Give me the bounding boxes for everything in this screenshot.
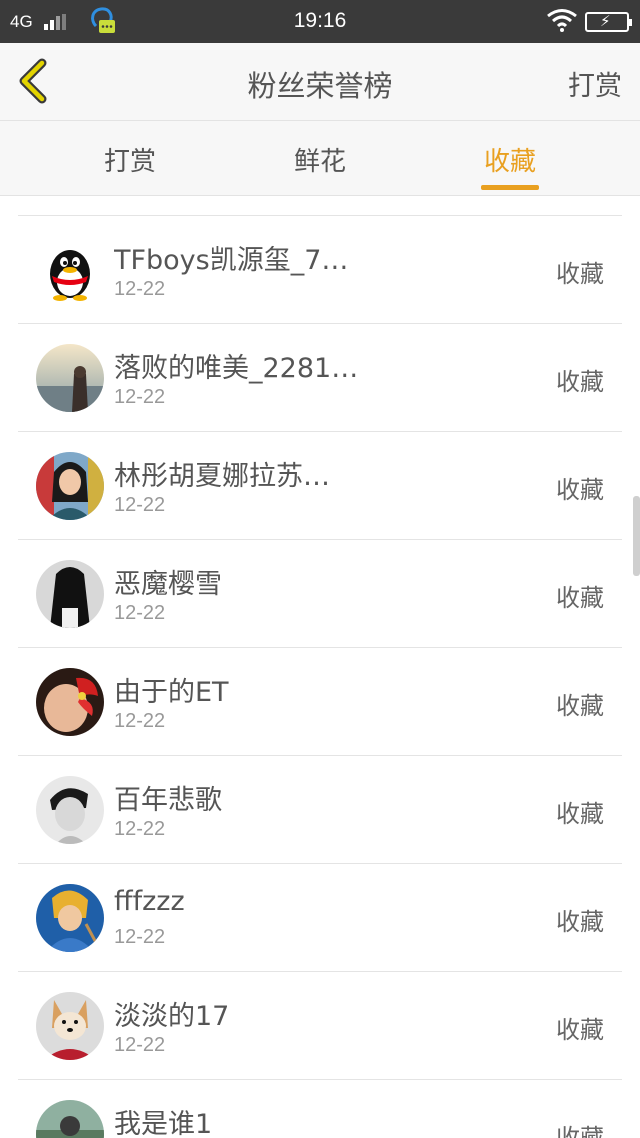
list-item[interactable]: 百年悲歌 12-22 收藏 bbox=[0, 756, 640, 864]
nav-header: 粉丝荣誉榜 打赏 bbox=[0, 43, 640, 121]
tab-flowers[interactable]: 鲜花 bbox=[265, 141, 375, 178]
list-item[interactable]: 淡淡的17 12-22 收藏 bbox=[0, 972, 640, 1080]
list-item[interactable]: 我是谁1 收藏 bbox=[0, 1080, 640, 1138]
favorite-label: 收藏 bbox=[556, 476, 604, 504]
qq-penguin-avatar bbox=[36, 236, 104, 304]
fan-list[interactable]: 12-22 TFboys凯源玺_7… 12-22 收藏 bbox=[0, 196, 640, 1138]
active-tab-indicator bbox=[481, 185, 539, 190]
item-date: 12-22 bbox=[114, 494, 166, 516]
item-date: 12-22 bbox=[114, 386, 166, 408]
list-item[interactable]: 由于的ET 12-22 收藏 bbox=[0, 648, 640, 756]
favorite-label: 收藏 bbox=[556, 1016, 604, 1044]
status-bar: 4G 19:16 ⚡ bbox=[0, 0, 640, 43]
favorite-label: 收藏 bbox=[556, 584, 604, 612]
outdoor-avatar bbox=[36, 1100, 104, 1138]
user-name: TFboys凯源玺_7… bbox=[114, 245, 349, 276]
clock: 19:16 bbox=[293, 9, 347, 32]
item-date: 12-22 bbox=[114, 818, 166, 840]
user-name: 林彤胡夏娜拉苏… bbox=[114, 461, 330, 492]
list-item[interactable]: 落败的唯美_2281… 12-22 收藏 bbox=[0, 324, 640, 432]
dog-avatar bbox=[36, 992, 104, 1060]
bw-portrait-avatar bbox=[36, 776, 104, 844]
list-item[interactable]: 林彤胡夏娜拉苏… 12-22 收藏 bbox=[0, 432, 640, 540]
girl-portrait-avatar bbox=[36, 452, 104, 520]
user-name: fffzzz bbox=[114, 886, 185, 917]
item-date: 12-22 bbox=[114, 710, 166, 732]
user-name: 恶魔樱雪 bbox=[114, 569, 222, 600]
list-item[interactable]: 恶魔樱雪 12-22 收藏 bbox=[0, 540, 640, 648]
item-date: 12-22 bbox=[114, 602, 166, 624]
battery-icon: ⚡ bbox=[585, 12, 632, 32]
dark-hair-avatar bbox=[36, 560, 104, 628]
item-date: 12-22 bbox=[114, 1034, 166, 1056]
scrollbar[interactable] bbox=[633, 496, 640, 576]
user-name: 由于的ET bbox=[114, 677, 229, 708]
user-name: 淡淡的17 bbox=[114, 1001, 230, 1032]
item-date: 12-22 bbox=[114, 926, 166, 948]
flower-face-avatar bbox=[36, 668, 104, 736]
game-character-avatar bbox=[36, 884, 104, 952]
favorite-label: 收藏 bbox=[556, 800, 604, 828]
wifi-icon bbox=[546, 8, 578, 32]
list-item[interactable]: fffzzz 12-22 收藏 bbox=[0, 864, 640, 972]
favorite-label: 收藏 bbox=[556, 692, 604, 720]
favorite-label: 收藏 bbox=[556, 908, 604, 936]
favorite-label: 收藏 bbox=[556, 368, 604, 396]
favorite-label: 收藏 bbox=[556, 1124, 604, 1138]
user-name: 百年悲歌 bbox=[114, 785, 222, 816]
favorite-label: 收藏 bbox=[556, 260, 604, 288]
user-name: 落败的唯美_2281… bbox=[114, 353, 359, 384]
list-item[interactable]: TFboys凯源玺_7… 12-22 收藏 bbox=[0, 216, 640, 324]
reward-button[interactable]: 打赏 bbox=[568, 64, 622, 103]
page-title: 粉丝荣誉榜 bbox=[247, 69, 393, 103]
tab-bar: 打赏 鲜花 收藏 bbox=[0, 121, 640, 196]
item-date: 12-22 bbox=[114, 278, 166, 300]
sunset-girl-avatar bbox=[36, 344, 104, 412]
tab-favorites[interactable]: 收藏 bbox=[455, 141, 565, 178]
tab-reward[interactable]: 打赏 bbox=[75, 141, 185, 178]
user-name: 我是谁1 bbox=[114, 1109, 213, 1138]
list-item[interactable]: 12-22 bbox=[0, 196, 640, 216]
